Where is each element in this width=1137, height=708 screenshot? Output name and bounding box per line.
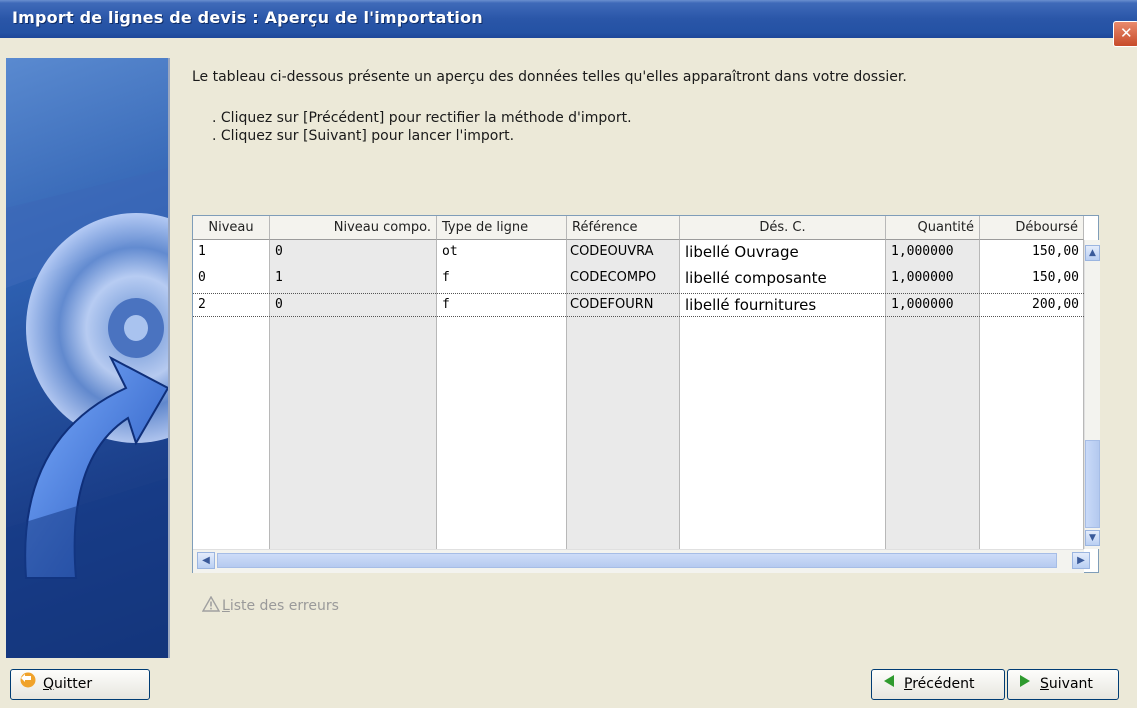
cell-niveau-compo: 1 (275, 270, 283, 285)
cell-quantite: 1,000000 (891, 244, 954, 259)
cell-reference: CODEOUVRA (570, 244, 654, 259)
cell-type-de-ligne: ot (442, 244, 458, 259)
header-des-c[interactable]: Dés. C. (680, 216, 886, 240)
quit-hotkey: Q (43, 676, 55, 692)
error-list-hotkey: L (222, 598, 230, 614)
next-hotkey: S (1040, 676, 1049, 692)
wizard-side-image (6, 58, 170, 658)
error-list-label: iste des erreurs (229, 598, 339, 614)
cell-des-c: libellé Ouvrage (685, 243, 799, 261)
intro-text: Le tableau ci-dessous présente un aperçu… (192, 69, 907, 85)
header-niveau-compo[interactable]: Niveau compo. (270, 216, 437, 240)
cell-debourse: 200,00 (1032, 297, 1079, 312)
cell-niveau: 2 (198, 297, 206, 312)
cell-niveau: 0 (198, 270, 206, 285)
header-reference[interactable]: Référence (567, 216, 680, 240)
instruction-next: . Cliquez sur [Suivant] pour lancer l'im… (212, 128, 515, 144)
scroll-up-icon[interactable]: ▲ (1085, 245, 1100, 261)
table-row[interactable]: 0 1 f CODECOMPO libellé composante 1,000… (193, 266, 1084, 290)
vertical-scroll-thumb[interactable] (1085, 440, 1100, 528)
cell-niveau: 1 (198, 244, 206, 259)
quit-label: uitter (54, 676, 93, 692)
preview-table[interactable]: Niveau Niveau compo. Type de ligne Référ… (192, 215, 1100, 573)
wizard-content: Le tableau ci-dessous présente un aperçu… (190, 0, 1137, 708)
table-row-selected[interactable]: 2 0 f CODEFOURN libellé fournitures 1,00… (193, 293, 1084, 317)
header-niveau[interactable]: Niveau (193, 216, 270, 240)
cell-niveau-compo: 0 (275, 297, 283, 312)
cell-debourse: 150,00 (1032, 270, 1079, 285)
header-type-de-ligne[interactable]: Type de ligne (437, 216, 567, 240)
scroll-right-icon[interactable]: ▶ (1072, 552, 1090, 569)
cell-debourse: 150,00 (1032, 244, 1079, 259)
cd-arrow-illustration (6, 168, 168, 658)
cell-type-de-ligne: f (442, 297, 450, 312)
cell-quantite: 1,000000 (891, 270, 954, 285)
cell-type-de-ligne: f (442, 270, 450, 285)
cell-niveau-compo: 0 (275, 244, 283, 259)
header-debourse[interactable]: Déboursé (980, 216, 1084, 240)
horizontal-scrollbar[interactable]: ◀ ▶ (193, 549, 1090, 573)
cell-reference: CODEFOURN (570, 297, 654, 312)
cell-des-c: libellé fournitures (685, 296, 817, 314)
next-button[interactable]: Suivant (1007, 669, 1119, 700)
scroll-left-icon[interactable]: ◀ (197, 552, 215, 569)
cell-des-c: libellé composante (685, 269, 827, 287)
left-triangle-icon (880, 670, 898, 699)
right-triangle-icon (1016, 670, 1034, 699)
instruction-previous: . Cliquez sur [Précédent] pour rectifier… (212, 110, 632, 126)
error-list-link[interactable]: Liste des erreurs (201, 595, 339, 616)
next-label: uivant (1048, 676, 1093, 692)
warning-icon (201, 595, 222, 616)
previous-label: récédent (912, 676, 975, 692)
horizontal-scroll-thumb[interactable] (217, 553, 1057, 568)
previous-hotkey: P (904, 676, 913, 692)
cell-quantite: 1,000000 (891, 297, 954, 312)
quit-arrow-icon (19, 670, 37, 699)
previous-button[interactable]: Précédent (871, 669, 1005, 700)
quit-button[interactable]: Quitter (10, 669, 150, 700)
scroll-down-icon[interactable]: ▼ (1085, 530, 1100, 546)
cell-reference: CODECOMPO (570, 270, 657, 285)
vertical-scrollbar[interactable]: ▲ ▼ (1084, 240, 1100, 549)
table-row[interactable]: 1 0 ot CODEOUVRA libellé Ouvrage 1,00000… (193, 240, 1084, 264)
header-quantite[interactable]: Quantité (886, 216, 980, 240)
